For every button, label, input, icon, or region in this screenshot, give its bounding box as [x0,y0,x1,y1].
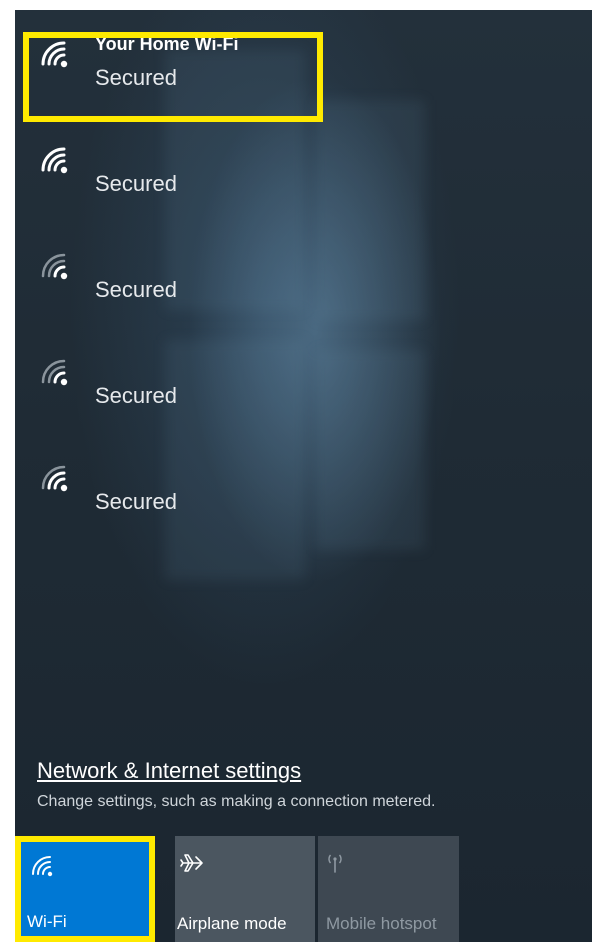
network-item[interactable]: Secured [15,222,592,322]
network-settings-link[interactable]: Network & Internet settings [37,758,301,784]
wifi-icon [32,856,53,877]
airplane-tile-label: Airplane mode [177,914,287,933]
airplane-icon [180,854,203,872]
network-status: Secured [95,277,177,302]
wifi-signal-icon [41,253,68,280]
wifi-signal-icon [41,465,68,492]
wifi-toggle-tile[interactable]: Wi-Fi [15,836,155,942]
hotspot-icon [328,854,342,873]
network-item[interactable]: Secured [15,434,592,534]
wifi-tile-label: Wi-Fi [27,912,67,931]
wifi-signal-icon [41,147,68,174]
hotspot-tile-label: Mobile hotspot [326,914,437,933]
network-flyout: Your Home Wi-Fi Secured Secured Secured [15,10,592,942]
network-item[interactable]: Your Home Wi-Fi Secured [15,10,592,122]
network-status: Secured [95,383,177,408]
airplane-mode-tile[interactable]: Airplane mode [175,836,315,942]
network-status: Secured [95,171,177,196]
selection-highlight [23,32,323,122]
network-status: Secured [95,489,177,514]
network-settings-description: Change settings, such as making a connec… [37,793,436,810]
mobile-hotspot-tile[interactable]: Mobile hotspot [318,836,459,942]
network-item[interactable]: Secured [15,328,592,428]
wifi-signal-icon [41,359,68,386]
network-item[interactable]: Secured [15,116,592,216]
